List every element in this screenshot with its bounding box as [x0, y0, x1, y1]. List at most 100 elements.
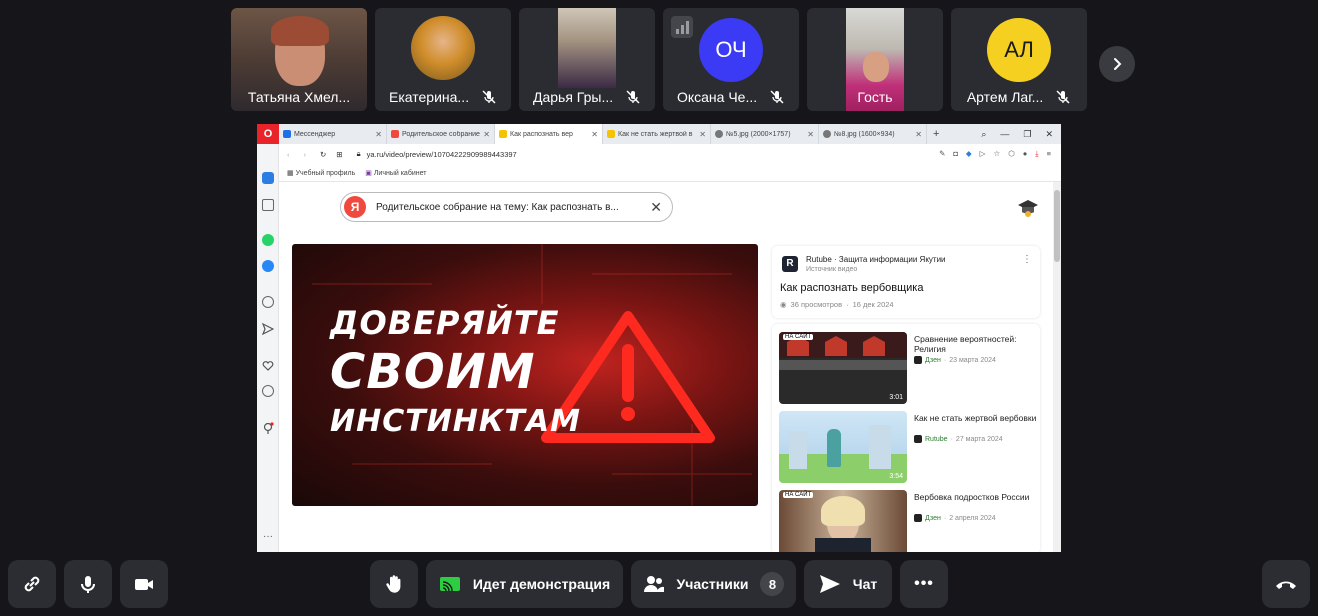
participant-tile[interactable]: АЛ Артем Лаг...: [951, 8, 1087, 111]
participant-tile[interactable]: Дарья Гры...: [519, 8, 655, 111]
participant-tile[interactable]: Екатерина...: [375, 8, 511, 111]
related-title[interactable]: Как не стать жертвой вербовки: [914, 413, 1039, 423]
video-thumbnail: 3:54: [779, 411, 907, 483]
video-camera-icon: [135, 579, 153, 590]
whatsapp-icon[interactable]: [262, 234, 274, 246]
favicon-icon: [283, 130, 291, 138]
video-source-card[interactable]: R Rutube · Защита информации Якутии Исто…: [772, 246, 1040, 318]
chat-button[interactable]: Чат: [804, 560, 892, 608]
microphone-button[interactable]: [64, 560, 112, 608]
close-tab-icon[interactable]: ✕: [699, 130, 706, 139]
separator: ·: [846, 300, 849, 309]
related-title[interactable]: Вербовка подростков России: [914, 492, 1039, 502]
back-icon[interactable]: ‹: [287, 150, 290, 159]
close-window-icon[interactable]: ✕: [1045, 129, 1053, 140]
browser-tab[interactable]: Мессенджер ✕: [279, 124, 387, 144]
related-title[interactable]: Сравнение вероятностей: Религия: [914, 334, 1039, 354]
hang-up-icon: [1276, 581, 1296, 589]
page-scrollbar[interactable]: [1053, 182, 1061, 552]
participant-tile[interactable]: Татьяна Хмел...: [231, 8, 367, 111]
bookmark-item[interactable]: ▦ Учебный профиль: [287, 169, 355, 177]
copy-link-button[interactable]: [8, 560, 56, 608]
participants-count-badge: 8: [760, 572, 785, 596]
mic-off-icon: [626, 90, 640, 104]
bookmark-item[interactable]: ▣ Личный кабинет: [365, 169, 426, 177]
raise-hand-button[interactable]: [370, 560, 418, 608]
menu-icon[interactable]: ≡: [1047, 149, 1051, 159]
source-icon: [914, 356, 922, 364]
favicon-icon: [607, 130, 615, 138]
browser-tab[interactable]: №5.jpg (2000×1757) ✕: [711, 124, 819, 144]
channel-name[interactable]: Rutube · Защита информации Якутии: [806, 255, 946, 264]
close-tab-icon[interactable]: ✕: [591, 130, 598, 139]
participant-tile[interactable]: Гость: [807, 8, 943, 111]
next-participants-button[interactable]: [1099, 46, 1135, 82]
participant-video: [558, 8, 616, 88]
video-title-line2: СВОИМ: [330, 344, 536, 400]
close-tab-icon[interactable]: ✕: [375, 130, 382, 139]
new-tab-button[interactable]: +: [933, 128, 939, 140]
player-icon[interactable]: [262, 296, 274, 308]
video-thumbnail: НА САЙТ: [779, 490, 907, 552]
restore-icon[interactable]: ❐: [1023, 129, 1031, 140]
participants-button[interactable]: Участники 8: [631, 560, 796, 608]
screen-share-button[interactable]: Идет демонстрация: [426, 560, 623, 608]
shared-screen: O Мессенджер✕ Родительское собрание на✕ …: [257, 124, 1061, 552]
search-icon[interactable]: ⌕: [981, 129, 986, 140]
more-options-icon[interactable]: ⋮: [1022, 254, 1032, 265]
url-field[interactable]: ya.ru/video/preview/10704222909989443397: [367, 150, 517, 159]
participant-hair: [271, 16, 329, 46]
more-button[interactable]: •••: [900, 560, 948, 608]
browser-tab-bar: O Мессенджер✕ Родительское собрание на✕ …: [257, 124, 1061, 144]
related-video-item[interactable]: НА САЙТ 3:01 Сравнение вероятностей: Рел…: [779, 332, 1039, 404]
close-tab-icon[interactable]: ✕: [483, 130, 490, 139]
vk-icon[interactable]: [262, 260, 274, 272]
video-player[interactable]: ДОВЕРЯЙТЕ СВОИМ ИНСТИНКТАМ: [292, 244, 758, 506]
video-stats: ◉ 36 просмотров · 16 дек 2024: [780, 300, 894, 309]
play-icon[interactable]: ▷: [980, 149, 986, 159]
bulb-icon[interactable]: [262, 421, 274, 434]
shield-icon[interactable]: ◆: [966, 149, 972, 159]
participant-tile[interactable]: ОЧ Оксана Че...: [663, 8, 799, 111]
source-subtitle: Источник видео: [806, 266, 858, 273]
close-tab-icon[interactable]: ✕: [807, 130, 814, 139]
related-video-item[interactable]: НА САЙТ Вербовка подростков России Дзен ·…: [779, 490, 1039, 552]
clear-search-icon[interactable]: ✕: [650, 199, 662, 216]
bookmarks-sidebar-icon[interactable]: [262, 199, 274, 211]
download-icon[interactable]: ⤓: [1035, 149, 1038, 159]
minimize-icon[interactable]: —: [1000, 129, 1009, 139]
mic-off-icon: [770, 90, 784, 104]
tabs-grid-icon[interactable]: ⊞: [336, 150, 342, 159]
source-icon: [914, 435, 922, 443]
send-icon[interactable]: [261, 322, 275, 336]
bookmark-icon[interactable]: ☆: [993, 149, 1000, 159]
close-tab-icon[interactable]: ✕: [915, 130, 922, 139]
forward-icon[interactable]: ›: [304, 150, 307, 159]
favicon-icon: [715, 130, 723, 138]
camera-icon[interactable]: ◘: [953, 149, 958, 159]
browser-tab-active[interactable]: Как распознать вер ✕: [495, 124, 603, 144]
avatar: АЛ: [987, 18, 1051, 82]
on-site-badge: НА САЙТ: [783, 334, 814, 340]
microphone-icon: [81, 576, 95, 593]
home-sidebar-icon[interactable]: [262, 172, 274, 184]
more-sidebar-icon[interactable]: ···: [262, 532, 274, 544]
browser-tab[interactable]: Родительское собрание на✕: [387, 124, 495, 144]
browser-logo[interactable]: O: [257, 124, 279, 144]
browser-tab[interactable]: №8.jpg (1600×934) ✕: [819, 124, 927, 144]
edit-icon[interactable]: ✎: [939, 149, 945, 159]
related-video-item[interactable]: 3:54 Как не стать жертвой вербовки Rutub…: [779, 411, 1039, 483]
browser-tab[interactable]: Как не стать жертвой в ✕: [603, 124, 711, 144]
scrollbar-thumb[interactable]: [1054, 190, 1060, 262]
participant-name: Оксана Че...: [663, 88, 799, 105]
heart-icon[interactable]: [262, 359, 274, 371]
video-search-bar[interactable]: Я Родительское собрание на тему: Как рас…: [340, 192, 673, 222]
history-icon[interactable]: [262, 385, 274, 397]
related-meta: Дзен · 23 марта 2024: [914, 356, 996, 364]
camera-button[interactable]: [120, 560, 168, 608]
profile-icon[interactable]: ●: [1023, 149, 1028, 159]
graduation-cap-icon[interactable]: [1017, 198, 1039, 218]
extensions-icon[interactable]: ⬡: [1008, 149, 1015, 159]
reload-icon[interactable]: ↻: [320, 150, 326, 159]
leave-call-button[interactable]: [1262, 560, 1310, 608]
